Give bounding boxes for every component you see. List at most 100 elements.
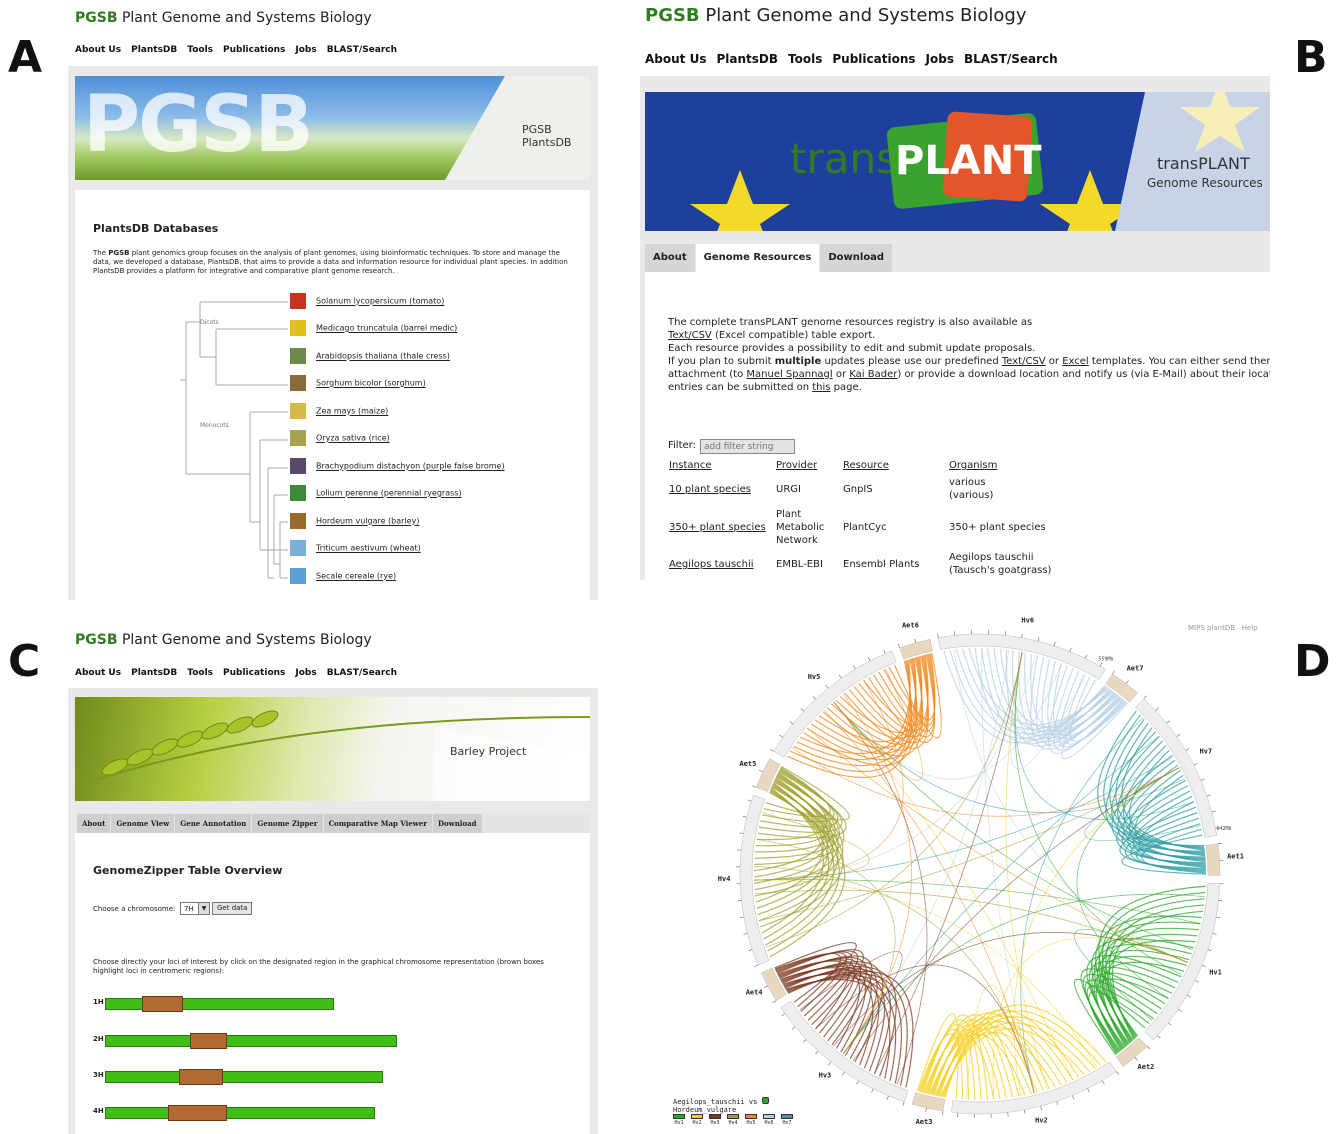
nav-blast-search[interactable]: BLAST/Search (327, 668, 397, 678)
axis-tick (1134, 1057, 1138, 1061)
panel-letter-d: D (1294, 636, 1331, 687)
chromosome-arc-aet1[interactable] (1205, 843, 1221, 876)
chromosome-bar[interactable] (105, 1035, 398, 1047)
site-brand[interactable]: PGSB Plant Genome and Systems Biology (75, 10, 372, 26)
tab-gene-annotation[interactable]: Gene Annotation (175, 814, 252, 834)
legend-item: Hv3 (709, 1114, 721, 1127)
centromere-region[interactable] (142, 996, 183, 1012)
legend-label: Hv3 (710, 1120, 720, 1126)
panel-letter-c: C (8, 636, 41, 687)
synteny-link (760, 786, 844, 928)
table-row[interactable]: 10 plant species (669, 483, 751, 496)
banner-subtitle: Genome Resources (1147, 176, 1263, 190)
get-data-button[interactable]: Get data (212, 902, 253, 915)
species-item[interactable]: Lolium perenne (perennial ryegrass) (290, 485, 462, 503)
axis-tick (1143, 695, 1147, 699)
axis-tick (739, 916, 744, 918)
tab-genome-view[interactable]: Genome View (111, 814, 175, 834)
nav-jobs[interactable]: Jobs (926, 52, 954, 66)
axis-tick (789, 721, 793, 725)
nav-tools[interactable]: Tools (187, 45, 213, 55)
instructions-text: Choose directly your loci of interest by… (93, 958, 544, 975)
csv-template-link[interactable]: Text/CSV (1002, 356, 1046, 367)
species-item[interactable]: Triticum aestivum (wheat) (290, 540, 421, 558)
excel-template-link[interactable]: Excel (1062, 356, 1089, 367)
centromere-region[interactable] (179, 1069, 224, 1085)
table-cell: URGI (776, 484, 801, 495)
legend-item: Hv6 (763, 1114, 775, 1127)
chromosome-select[interactable]: 7H ▼ (180, 902, 210, 915)
nav-publications[interactable]: Publications (223, 668, 285, 678)
centromere-region[interactable] (167, 1105, 228, 1121)
nav-plantsdb[interactable]: PlantsDB (716, 52, 778, 66)
tab-genome-resources[interactable]: Genome Resources (695, 244, 820, 272)
axis-tick (856, 1080, 859, 1085)
axis-tick (883, 649, 886, 654)
nav-about-us[interactable]: About Us (75, 45, 121, 55)
chromosome-bar[interactable] (105, 998, 335, 1010)
species-item[interactable]: Solanum lycopersicum (tomato) (290, 293, 444, 311)
axis-tick (886, 1095, 889, 1100)
col-instance[interactable]: Instance (669, 459, 712, 472)
nav-blast-search[interactable]: BLAST/Search (327, 45, 397, 55)
nav-publications[interactable]: Publications (223, 45, 285, 55)
contact-link[interactable]: Manuel Spannagl (746, 369, 832, 380)
chromosome-label-hv5: Hv5 (808, 673, 821, 681)
species-item[interactable]: Sorghum bicolor (sorghum) (290, 375, 426, 393)
species-item[interactable]: Oryza sativa (rice) (290, 430, 390, 448)
species-item[interactable]: Zea mays (maize) (290, 403, 388, 421)
centromere-region[interactable] (190, 1033, 228, 1049)
site-brand[interactable]: PGSB Plant Genome and Systems Biology (645, 5, 1027, 26)
nav-publications[interactable]: Publications (832, 52, 915, 66)
banner-word-trans: trans (790, 134, 898, 183)
species-item[interactable]: Brachypodium distachyon (purple false br… (290, 458, 505, 476)
tab-download[interactable]: Download (432, 814, 482, 834)
axis-tick (1147, 1045, 1151, 1050)
contact-link[interactable]: Kai Bader (849, 369, 897, 380)
axis-tick (867, 656, 871, 661)
table-cell: various (various) (949, 477, 994, 501)
submit-page-link[interactable]: this (812, 382, 830, 393)
csv-export-link[interactable]: Text/CSV (668, 330, 712, 341)
nav-about-us[interactable]: About Us (645, 52, 706, 66)
table-cell: Aegilops tauschii (Tausch's goatgrass) (949, 552, 1052, 576)
table-cell: Ensembl Plants (843, 559, 920, 570)
nav-about-us[interactable]: About Us (75, 668, 121, 678)
top-nav: About Us PlantsDB Tools Publications Jobs BLA… (75, 45, 407, 55)
chromosome-label: Choose a chromosome: (93, 905, 176, 913)
tab-comparative-map-viewer[interactable]: Comparative Map Viewer (323, 814, 432, 834)
tab-download[interactable]: Download (820, 244, 893, 272)
species-item[interactable]: Secale cereale (rye) (290, 568, 396, 586)
species-item[interactable]: Arabidopsis thaliana (thale cress) (290, 348, 450, 366)
nav-plantsdb[interactable]: PlantsDB (131, 45, 177, 55)
species-item[interactable]: Hordeum vulgare (barley) (290, 513, 419, 531)
filter-input[interactable] (700, 439, 795, 454)
tab-about[interactable]: About (77, 814, 111, 834)
table-row[interactable]: 350+ plant species (669, 521, 766, 534)
species-item[interactable]: Medicago truncatula (barrel medic) (290, 320, 457, 338)
nav-jobs[interactable]: Jobs (295, 668, 316, 678)
chromosome-size: 642Mb (1217, 826, 1232, 832)
chromosome-arc-hv7[interactable] (1135, 698, 1218, 838)
chromosome-bar[interactable] (105, 1107, 376, 1119)
nav-tools[interactable]: Tools (187, 668, 213, 678)
axis-tick (754, 964, 759, 967)
col-resource[interactable]: Resource (843, 459, 889, 472)
chromosome-label: 2H (93, 1035, 104, 1043)
nav-blast-search[interactable]: BLAST/Search (964, 52, 1058, 66)
nav-jobs[interactable]: Jobs (295, 45, 316, 55)
tab-genome-zipper[interactable]: Genome Zipper (252, 814, 323, 834)
legend: Aegilops_tauschii vs Hordeum_vulgare Hv1… (673, 1097, 799, 1127)
nav-tools[interactable]: Tools (788, 52, 822, 66)
site-brand[interactable]: PGSB Plant Genome and Systems Biology (75, 632, 372, 648)
axis-tick (748, 949, 753, 951)
nav-plantsdb[interactable]: PlantsDB (131, 668, 177, 678)
tab-about[interactable]: About (645, 244, 695, 272)
axis-tick (742, 815, 747, 818)
chromosome-bar[interactable] (105, 1071, 383, 1083)
legend-swatch (761, 1097, 769, 1104)
table-row[interactable]: Aegilops tauschii (669, 558, 754, 571)
col-provider[interactable]: Provider (776, 459, 817, 472)
col-organism[interactable]: Organism (949, 459, 997, 472)
chromosome-arc-hv6[interactable] (938, 633, 1106, 680)
